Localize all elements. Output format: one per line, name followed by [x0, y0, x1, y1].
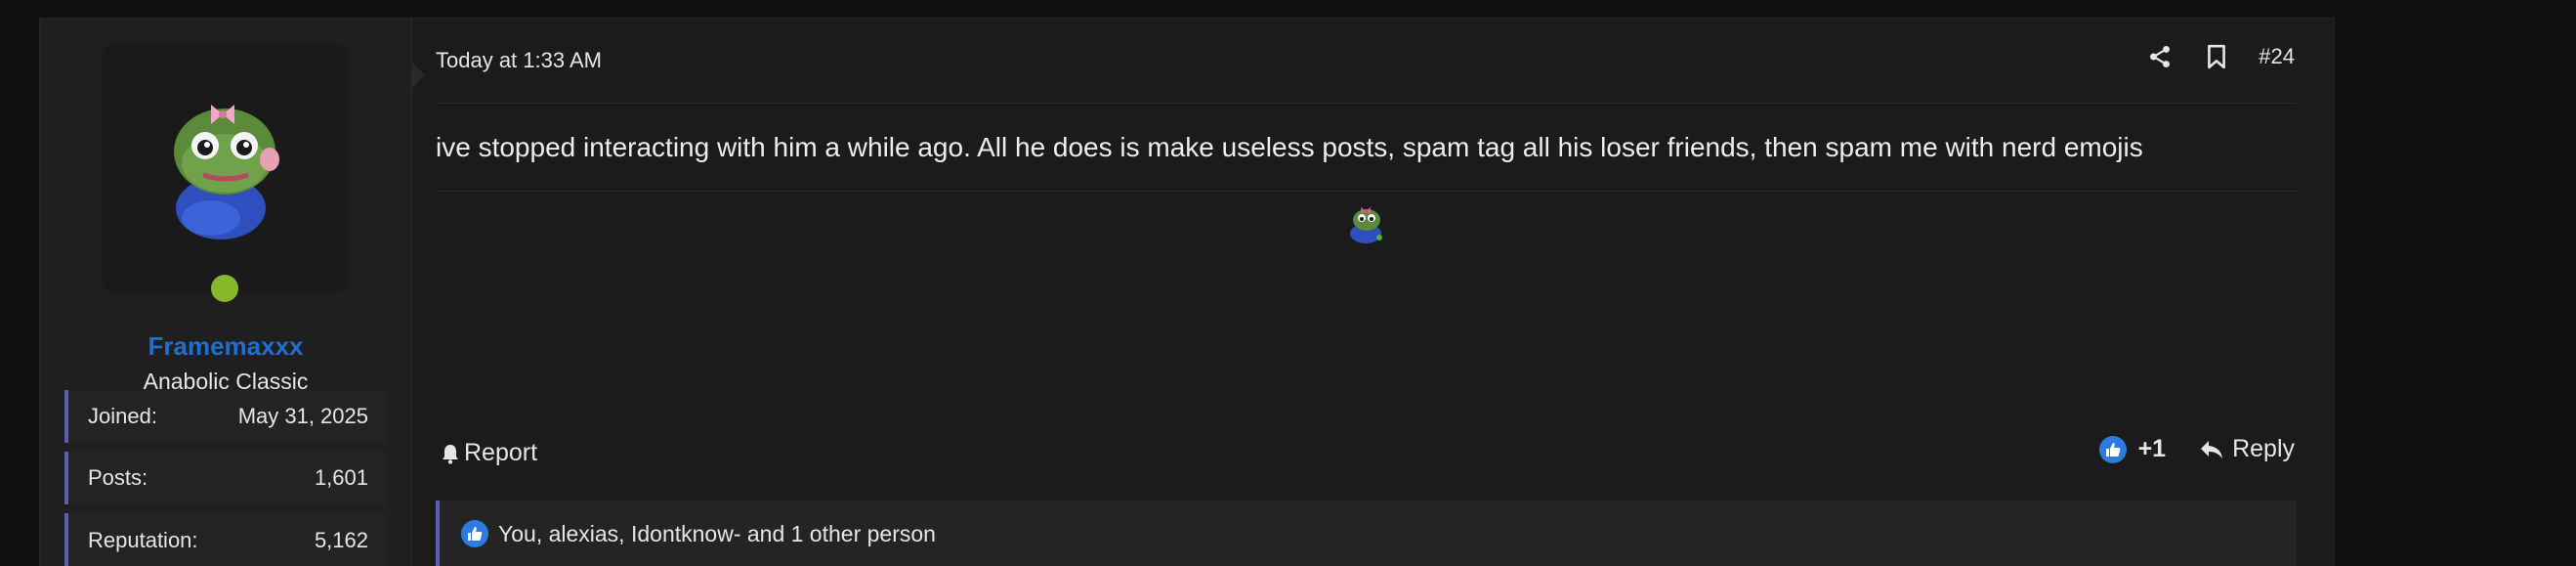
sidebar-pointer [411, 62, 425, 89]
bookmark-icon[interactable] [2202, 42, 2231, 71]
forum-post: Framemaxxx Anabolic Classic Joined: May … [39, 18, 2335, 566]
stat-label: Reputation: [88, 527, 198, 552]
reactions-summary-text[interactable]: You, alexias, Idontknow- and 1 other per… [498, 521, 936, 547]
post-body: Today at 1:33 AM #24 ive stopped interac… [436, 19, 2334, 566]
stat-posts: Posts: 1,601 [64, 452, 387, 504]
post-footer-actions: +1 Reply [2098, 435, 2295, 463]
thumbs-up-icon [2098, 435, 2127, 463]
right-gutter [2349, 0, 2576, 566]
stat-joined: Joined: May 31, 2025 [64, 390, 387, 443]
reply-label: Reply [2232, 435, 2295, 462]
avatar[interactable] [102, 44, 348, 292]
frog-avatar-image [174, 105, 279, 239]
stat-value: 5,162 [314, 527, 368, 552]
post-message: ive stopped interacting with him a while… [436, 132, 2143, 162]
report-label: Report [464, 439, 538, 466]
stat-value: 1,601 [314, 465, 368, 490]
stat-label: Joined: [88, 404, 157, 428]
frog-emoji-image [1346, 200, 1387, 245]
reply-button[interactable]: Reply [2199, 435, 2295, 463]
header-divider [436, 103, 2297, 104]
post-timestamp[interactable]: Today at 1:33 AM [436, 48, 602, 73]
stat-reputation: Reputation: 5,162 [64, 513, 387, 566]
post-number-link[interactable]: #24 [2259, 44, 2295, 69]
share-icon[interactable] [2145, 42, 2175, 71]
online-status-dot [211, 275, 238, 302]
stat-label: Posts: [88, 465, 148, 490]
report-button[interactable]: Report [441, 439, 537, 467]
reactions-summary-bar[interactable]: You, alexias, Idontknow- and 1 other per… [436, 501, 2297, 566]
bell-icon [443, 444, 458, 464]
reaction-count: +1 [2137, 435, 2167, 462]
reply-arrow-icon [2201, 440, 2223, 458]
user-sidebar: Framemaxxx Anabolic Classic Joined: May … [40, 19, 412, 566]
username-link[interactable]: Framemaxxx [40, 331, 411, 362]
like-button[interactable]: +1 [2098, 435, 2167, 463]
post-header-actions: #24 [2145, 42, 2295, 71]
stat-value: May 31, 2025 [237, 404, 368, 428]
message-divider [436, 191, 2297, 192]
thumbs-up-icon [461, 520, 488, 547]
thread-page: Framemaxxx Anabolic Classic Joined: May … [0, 0, 2576, 566]
